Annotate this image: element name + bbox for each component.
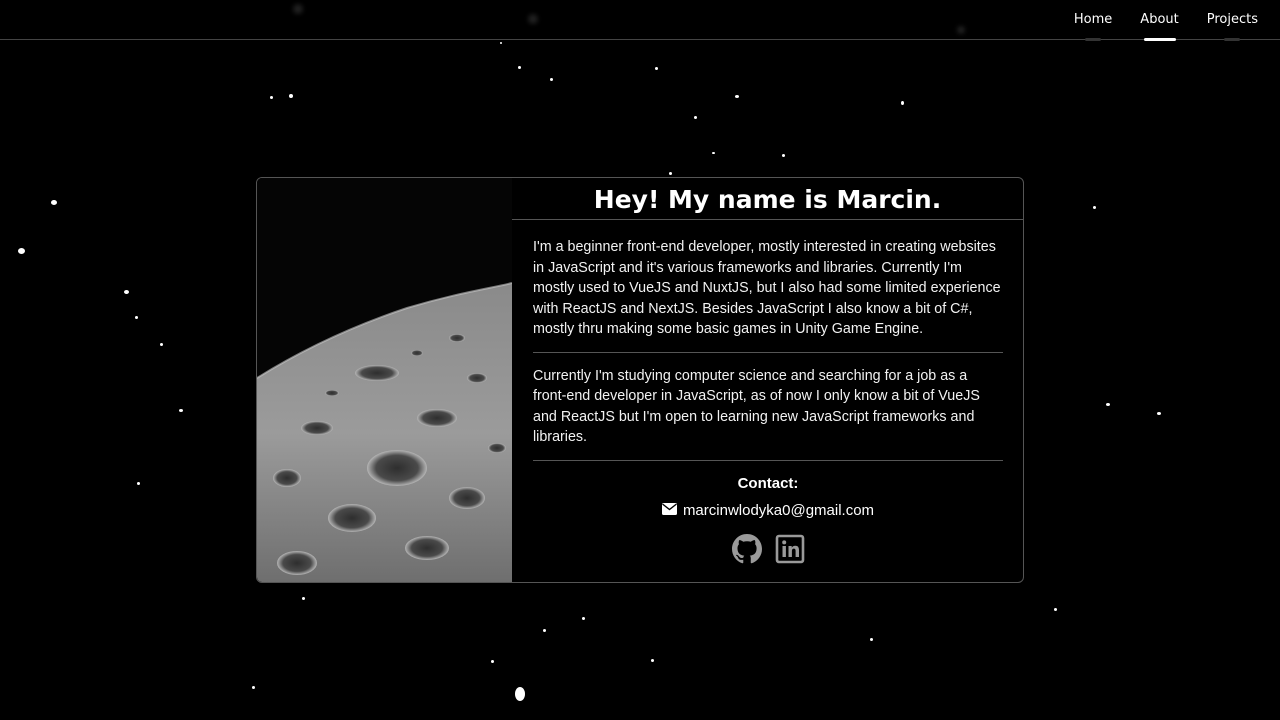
nav-indicator	[1224, 38, 1241, 41]
envelope-icon	[661, 502, 677, 519]
email-row: marcinwlodyka0@gmail.com	[533, 502, 1003, 519]
about-card: Hey! My name is Marcin. I'm a beginner f…	[256, 177, 1024, 583]
nav-link-projects[interactable]: Projects	[1193, 0, 1272, 41]
nav-link-home[interactable]: Home	[1060, 0, 1126, 41]
about-paragraph-job: Currently I'm studying computer science …	[533, 367, 980, 446]
top-navbar: Home About Projects	[0, 0, 1280, 41]
github-icon[interactable]	[731, 533, 762, 564]
nav-link-about[interactable]: About	[1126, 0, 1192, 41]
divider	[533, 351, 1003, 353]
about-paragraph-intro: I'm a beginner front-end developer, most…	[533, 239, 1001, 337]
social-links	[533, 533, 1003, 564]
nav-link-projects-label: Projects	[1206, 12, 1258, 27]
nav-link-home-label: Home	[1073, 12, 1113, 27]
about-content: Hey! My name is Marcin. I'm a beginner f…	[512, 178, 1023, 582]
email-link[interactable]: marcinwlodyka0@gmail.com	[683, 502, 874, 519]
moon-surface-image	[257, 178, 512, 582]
nav-link-about-label: About	[1140, 12, 1179, 27]
page: Home About Projects Hey! My name is Marc…	[0, 0, 1280, 720]
linkedin-icon[interactable]	[775, 534, 805, 564]
about-body: I'm a beginner front-end developer, most…	[512, 220, 1023, 564]
page-title: Hey! My name is Marcin.	[512, 178, 1023, 220]
nav-indicator	[1085, 38, 1102, 41]
nav-indicator-active	[1143, 38, 1176, 41]
contact-label: Contact:	[737, 474, 799, 492]
nav-links: Home About Projects	[1060, 0, 1272, 41]
divider	[533, 459, 1003, 461]
